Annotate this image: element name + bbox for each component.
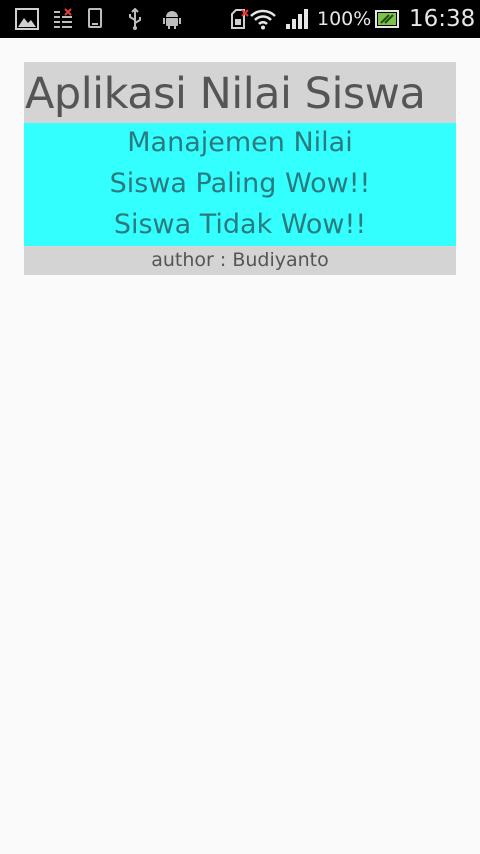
- app-title-bar: Aplikasi Nilai Siswa: [24, 62, 456, 123]
- menu-item-siswa-paling-wow[interactable]: Siswa Paling Wow!!: [24, 168, 456, 199]
- gallery-icon: [14, 0, 40, 38]
- android-debug-icon: [162, 0, 182, 38]
- main-menu: Manajemen Nilai Siswa Paling Wow!! Siswa…: [24, 123, 456, 246]
- status-clock: 16:38: [409, 6, 476, 32]
- battery-percent: 100%: [317, 8, 372, 30]
- status-bar: 100% 16:38: [0, 0, 480, 38]
- usb-icon: [126, 0, 144, 38]
- signal-icon: [284, 0, 310, 38]
- battery-charging-icon: [374, 0, 400, 38]
- app-title: Aplikasi Nilai Siswa: [25, 69, 426, 119]
- wifi-icon: [250, 0, 276, 38]
- menu-item-manajemen-nilai[interactable]: Manajemen Nilai: [24, 127, 456, 158]
- sync-error-icon: [52, 0, 76, 38]
- sim-error-icon: [230, 0, 250, 38]
- phone-icon: [87, 0, 103, 38]
- author-credit: author : Budiyanto: [151, 249, 329, 271]
- author-bar: author : Budiyanto: [24, 246, 456, 275]
- menu-item-siswa-tidak-wow[interactable]: Siswa Tidak Wow!!: [24, 209, 456, 240]
